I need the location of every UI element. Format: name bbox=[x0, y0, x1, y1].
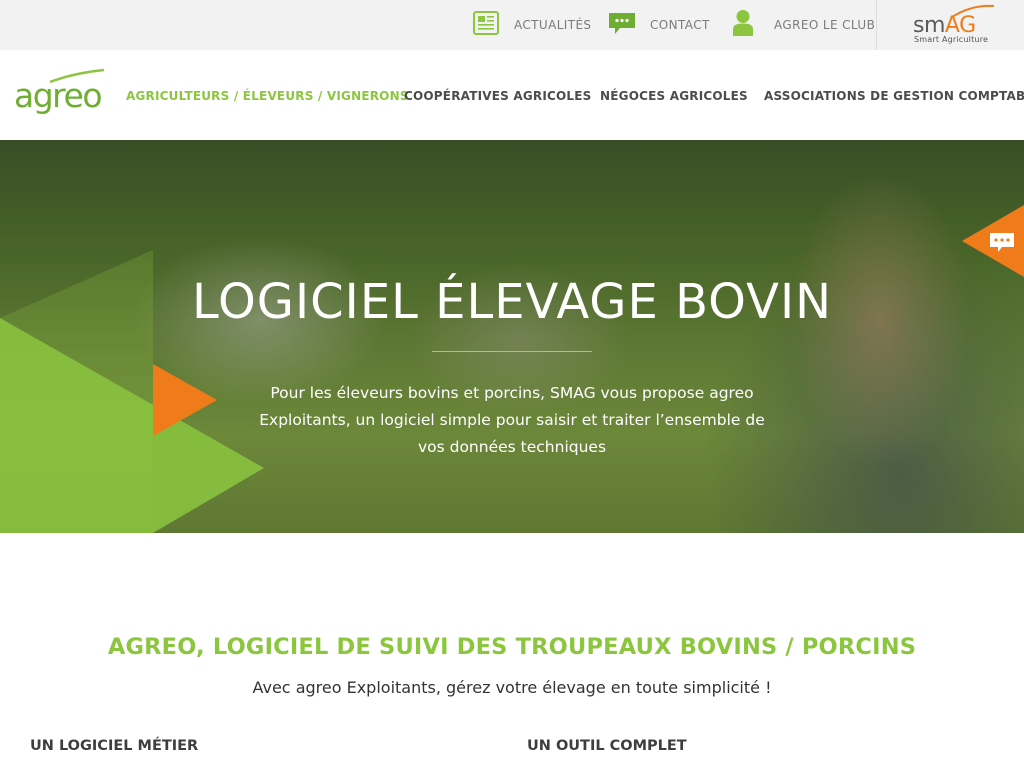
club-link-label: AGREO LE CLUB bbox=[774, 18, 876, 32]
nav-cooperatives[interactable]: COOPÉRATIVES AGRICOLES bbox=[404, 89, 592, 103]
topbar-divider bbox=[876, 0, 877, 50]
news-link[interactable]: ACTUALITÉS bbox=[472, 0, 591, 50]
section-title: AGREO, LOGICIEL DE SUIVI DES TROUPEAUX B… bbox=[107, 634, 917, 660]
nav-negoces[interactable]: NÉGOCES AGRICOLES bbox=[600, 89, 748, 103]
nav-farmers[interactable]: AGRICULTEURS / ÉLEVEURS / VIGNERONS bbox=[126, 89, 409, 103]
agreo-logo[interactable]: agreo bbox=[14, 68, 110, 118]
main-navigation: agreo AGRICULTEURS / ÉLEVEURS / VIGNERON… bbox=[0, 50, 1024, 140]
hero-banner: LOGICIEL ÉLEVAGE BOVIN Pour les éleveurs… bbox=[0, 140, 1024, 533]
chat-launcher[interactable] bbox=[962, 205, 1024, 277]
news-link-label: ACTUALITÉS bbox=[514, 18, 592, 32]
hero-description: Pour les éleveurs bovins et porcins, SMA… bbox=[259, 384, 765, 456]
contact-link-label: CONTACT bbox=[650, 18, 710, 32]
hero-decorative-triangles bbox=[0, 250, 264, 533]
user-icon bbox=[732, 9, 754, 41]
smag-logo[interactable]: smAG Smart Agriculture bbox=[900, 4, 1010, 46]
section-subtitle: Avec agreo Exploitants, gérez votre élev… bbox=[252, 678, 772, 697]
club-link[interactable]: AGREO LE CLUB bbox=[732, 0, 875, 50]
newspaper-icon bbox=[472, 10, 500, 40]
hero-divider bbox=[432, 351, 592, 352]
chat-bubble-icon bbox=[608, 11, 636, 39]
nav-accounting-associations[interactable]: ASSOCIATIONS DE GESTION COMPTABLE bbox=[764, 89, 1024, 103]
agreo-logo-text: agreo bbox=[14, 76, 103, 115]
top-utility-bar: ACTUALITÉS CONTACT AGREO LE CLUB smAG Sm… bbox=[0, 0, 1024, 50]
column-title-complete-tool: UN OUTIL COMPLET bbox=[527, 738, 687, 754]
smag-tagline: Smart Agriculture bbox=[914, 35, 989, 44]
hero-title: LOGICIEL ÉLEVAGE BOVIN bbox=[191, 274, 833, 330]
column-title-business-software: UN LOGICIEL MÉTIER bbox=[30, 738, 199, 754]
contact-link[interactable]: CONTACT bbox=[608, 0, 710, 50]
